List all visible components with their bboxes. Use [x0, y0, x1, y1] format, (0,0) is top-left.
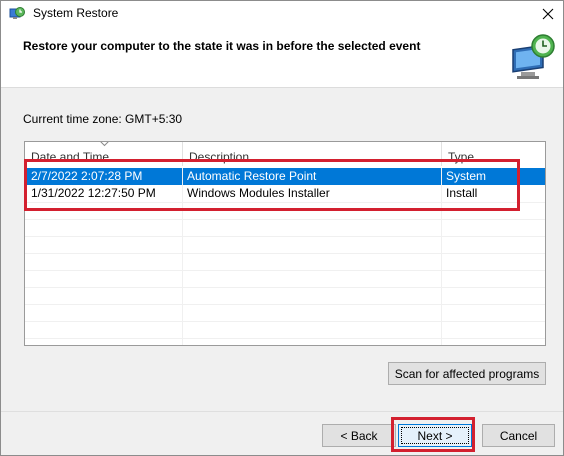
cancel-button[interactable]: Cancel: [482, 424, 555, 447]
column-header-date-label: Date and Time: [31, 150, 110, 164]
restore-clock-icon: [512, 34, 555, 79]
footer-separator: [1, 411, 563, 412]
row-description: Windows Modules Installer: [187, 186, 330, 200]
table-row[interactable]: 1/31/2022 12:27:50 PM Windows Modules In…: [25, 185, 545, 202]
column-header-description-label: Description: [189, 150, 250, 164]
close-icon: [542, 8, 554, 20]
row-description: Automatic Restore Point: [187, 169, 317, 183]
next-button[interactable]: Next >: [398, 424, 472, 447]
system-restore-icon: [9, 7, 25, 19]
row-date: 2/7/2022 2:07:28 PM: [31, 169, 143, 183]
row-type: System: [446, 169, 487, 183]
scan-affected-programs-button[interactable]: Scan for affected programs: [388, 362, 546, 385]
back-button-label: < Back: [340, 428, 378, 443]
window-title: System Restore: [33, 6, 119, 20]
wizard-header: Restore your computer to the state it wa…: [1, 28, 563, 88]
title-bar: System Restore: [1, 1, 563, 28]
row-type: Install: [446, 186, 478, 200]
cancel-button-label: Cancel: [499, 428, 538, 443]
focus-ring: [401, 427, 469, 444]
column-header-type-label: Type: [448, 150, 475, 164]
column-header-date[interactable]: Date and Time: [25, 142, 182, 166]
system-restore-window: System Restore Restore your computer to …: [0, 0, 564, 456]
sort-down-icon: [100, 142, 109, 147]
list-rows: 2/7/2022 2:07:28 PM Automatic Restore Po…: [25, 168, 545, 202]
header-instruction: Restore your computer to the state it wa…: [23, 39, 421, 53]
list-header: Date and Time Description Type: [25, 142, 545, 166]
restore-points-list[interactable]: Date and Time Description Type 2/7/2022 …: [24, 141, 546, 346]
close-button[interactable]: [533, 1, 563, 27]
column-header-type[interactable]: Type: [441, 142, 545, 166]
list-gridlines: [25, 168, 545, 345]
scan-button-label: Scan for affected programs: [394, 366, 540, 381]
row-date: 1/31/2022 12:27:50 PM: [31, 186, 156, 200]
column-header-description[interactable]: Description: [182, 142, 441, 166]
back-button[interactable]: < Back: [322, 424, 396, 447]
table-row[interactable]: 2/7/2022 2:07:28 PM Automatic Restore Po…: [25, 168, 545, 185]
timezone-label: Current time zone: GMT+5:30: [23, 112, 183, 126]
